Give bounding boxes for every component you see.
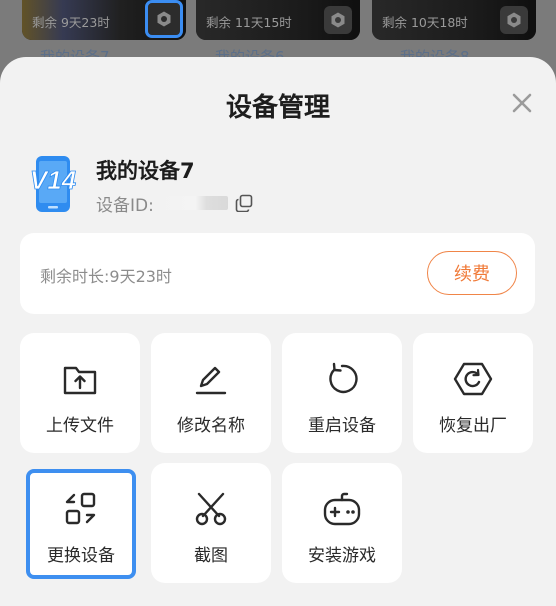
gamepad-icon [323,492,361,526]
device-remaining: 剩余 10天18时 [382,15,468,30]
swap-device-icon [65,492,96,525]
rename-label: 修改名称 [177,416,245,436]
hexagon-settings-icon [157,11,171,27]
device-management-sheet: 设备管理 V14 我的设备7 设备ID: 剩余时长:9天23时 续费 上传文件 … [0,57,556,606]
device-settings-button[interactable] [324,6,352,34]
renew-button[interactable]: 续费 [427,251,517,295]
device-id-label: 设备ID: [96,195,154,216]
remaining-time-label: 剩余时长:9天23时 [40,267,172,286]
device-logo-text: V14 [30,165,77,195]
device-info: V14 我的设备7 设备ID: [22,153,442,217]
upload-file-button[interactable]: 上传文件 [20,333,140,453]
swap-device-label: 更换设备 [47,546,115,566]
hexagon-settings-icon [331,12,345,28]
screenshot-button[interactable]: 截图 [151,463,271,583]
device-id-row: 设备ID: [96,191,254,216]
factory-reset-button[interactable]: 恢复出厂 [413,333,533,453]
restart-device-button[interactable]: 重启设备 [282,333,402,453]
rename-button[interactable]: 修改名称 [151,333,271,453]
device-settings-button[interactable] [500,6,528,34]
edit-pen-icon [195,366,227,395]
device-id-value-redacted [155,196,228,210]
install-game-label: 安装游戏 [308,546,376,566]
copy-icon [235,194,253,212]
device-settings-button[interactable] [145,0,183,38]
device-remaining: 剩余 11天15时 [206,15,292,30]
upload-folder-icon [63,366,97,395]
restart-device-label: 重启设备 [308,416,376,436]
device-card-3[interactable]: 剩余 10天18时 [372,0,536,40]
factory-reset-icon [453,362,493,396]
factory-reset-label: 恢复出厂 [439,416,507,436]
restart-icon [329,362,358,394]
upload-file-label: 上传文件 [46,416,114,436]
device-v14-logo-icon: V14 [29,156,77,212]
device-card-2[interactable]: 剩余 11天15时 [196,0,360,40]
swap-device-button[interactable]: 更换设备 [26,469,136,579]
close-icon [512,93,532,113]
install-game-button[interactable]: 安装游戏 [282,463,402,583]
copy-id-button[interactable] [234,193,254,213]
device-card-1[interactable]: 剩余 9天23时 [22,0,186,40]
device-remaining: 剩余 9天23时 [32,15,110,30]
sheet-title: 设备管理 [225,93,330,123]
hexagon-settings-icon [507,12,521,28]
scissors-icon [195,492,227,526]
device-name: 我的设备7 [96,159,195,183]
action-grid: 上传文件 修改名称 重启设备 恢复出厂 更换设备 截图 安装游戏 [20,333,536,583]
remaining-time-card: 剩余时长:9天23时 续费 [20,233,535,314]
screenshot-label: 截图 [194,546,228,566]
close-button[interactable] [510,91,534,115]
